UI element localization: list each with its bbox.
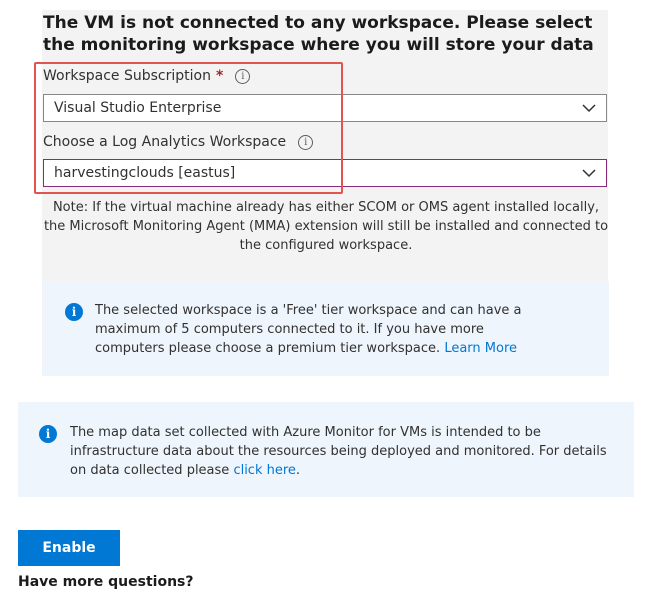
free-tier-info-text: The selected workspace is a 'Free' tier … — [95, 301, 555, 358]
map-info-suffix: . — [295, 463, 301, 478]
highlight-box — [34, 62, 343, 194]
free-tier-info-box: i The selected workspace is a 'Free' tie… — [43, 281, 609, 376]
workspace-heading: The VM is not connected to any workspace… — [43, 13, 594, 55]
map-info-box: i The map data set collected with Azure … — [18, 402, 634, 497]
info-icon: i — [65, 303, 83, 321]
more-questions-heading: Have more questions? — [18, 574, 194, 590]
chevron-down-icon — [582, 104, 596, 113]
mma-note: Note: If the virtual machine already has… — [43, 200, 609, 253]
chevron-down-icon — [582, 169, 596, 178]
learn-more-link[interactable]: Learn More — [444, 341, 517, 356]
map-info-text: The map data set collected with Azure Mo… — [70, 423, 625, 480]
info-icon: i — [39, 425, 57, 443]
map-info-message: The map data set collected with Azure Mo… — [70, 425, 607, 478]
enable-button[interactable]: Enable — [18, 530, 120, 566]
click-here-link[interactable]: click here — [233, 463, 295, 478]
